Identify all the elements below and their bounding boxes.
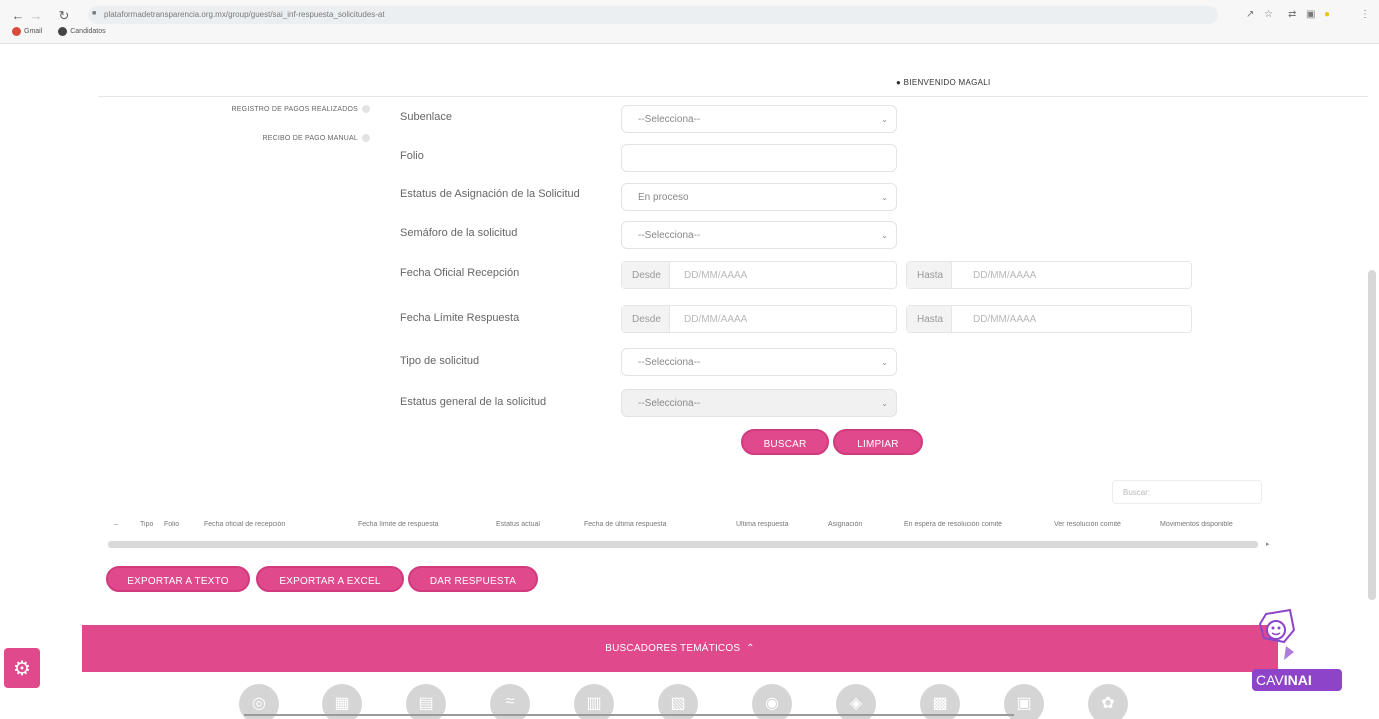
dar-respuesta-button[interactable]: DAR RESPUESTA: [408, 566, 538, 592]
col-fecha-ultima[interactable]: Fecha de última respuesta: [584, 521, 667, 528]
col-asignacion[interactable]: Asignación: [828, 521, 862, 528]
col-fecha-limite[interactable]: Fecha límite de respuesta: [358, 521, 439, 528]
semaforo-label: Semáforo de la solicitud: [400, 227, 518, 239]
col-ultima-respuesta[interactable]: Última respuesta: [736, 521, 789, 528]
candidatos-icon: [58, 27, 68, 36]
browser-chrome: ← → ↻ ■ plataformadetransparencia.org.mx…: [0, 0, 1379, 44]
menu-icon[interactable]: ⋮: [1360, 9, 1370, 20]
folio-label: Folio: [400, 150, 424, 162]
buscar-button[interactable]: BUSCAR: [741, 429, 829, 455]
chevron-up-icon: ⌃: [743, 643, 755, 654]
translate-icon[interactable]: ⇄: [1288, 9, 1296, 20]
back-icon[interactable]: ←: [10, 8, 26, 23]
estatus-asignacion-label: Estatus de Asignación de la Solicitud: [400, 188, 580, 200]
col-movimientos[interactable]: Movimientos disponible: [1160, 521, 1233, 528]
table-horizontal-scrollbar[interactable]: [108, 541, 1258, 548]
chevron-down-icon: ⌄: [881, 399, 888, 408]
header-divider: [98, 96, 1368, 97]
cav-inai-logo[interactable]: CAVINAI: [1252, 669, 1342, 691]
chevron-down-icon: ⌄: [881, 358, 888, 367]
gmail-icon: [12, 27, 21, 36]
fecha-oficial-label: Fecha Oficial Recepción: [400, 267, 520, 279]
col-estatus-actual[interactable]: Estatus actual: [496, 521, 540, 528]
limpiar-button[interactable]: LIMPIAR: [833, 429, 923, 455]
welcome-message[interactable]: ● BIENVENIDO MAGALI: [896, 78, 991, 87]
folio-input[interactable]: [621, 144, 897, 172]
exportar-texto-button[interactable]: EXPORTAR A TEXTO: [106, 566, 250, 592]
subenlace-label: Subenlace: [400, 111, 452, 123]
chevron-down-icon: ⌄: [881, 193, 888, 202]
col-folio[interactable]: Folio: [164, 521, 179, 528]
sidebar-panel-icon[interactable]: ▣: [1306, 9, 1315, 20]
url-text: plataformadetransparencia.org.mx/group/g…: [104, 10, 385, 19]
col-ver-resolucion[interactable]: Ver resolución comité: [1054, 521, 1121, 528]
sort-icon[interactable]: –: [114, 521, 118, 528]
tipo-solicitud-label: Tipo de solicitud: [400, 355, 480, 367]
sidebar-item-recibo-pago[interactable]: RECIBO DE PAGO MANUAL: [180, 134, 370, 142]
col-espera-comite[interactable]: En espera de resolución comité: [904, 521, 1002, 528]
address-bar[interactable]: ■ plataformadetransparencia.org.mx/group…: [88, 6, 1218, 24]
page-scrollbar[interactable]: [1368, 270, 1376, 600]
subenlace-select[interactable]: --Selecciona-- ⌄: [621, 105, 897, 133]
estatus-general-label: Estatus general de la solicitud: [400, 396, 547, 408]
table-search-input[interactable]: Buscar:: [1112, 480, 1262, 504]
reload-icon[interactable]: ↻: [56, 8, 72, 24]
estatus-general-select[interactable]: --Selecciona-- ⌄: [621, 389, 897, 417]
share-icon[interactable]: ↗: [1246, 9, 1254, 20]
col-tipo[interactable]: Tipo: [140, 521, 153, 528]
fecha-oficial-desde[interactable]: Desde DD/MM/AAAA: [621, 261, 897, 289]
semaforo-select[interactable]: --Selecciona-- ⌄: [621, 221, 897, 249]
bookmark-gmail[interactable]: Gmail: [12, 27, 42, 36]
fecha-limite-hasta[interactable]: Hasta DD/MM/AAAA: [906, 305, 1192, 333]
sidebar-item-registro-pagos[interactable]: REGISTRO DE PAGOS REALIZADOS: [180, 105, 370, 113]
lock-icon: ■: [92, 10, 97, 17]
forward-icon[interactable]: →: [28, 8, 44, 23]
chevron-down-icon: ⌄: [881, 115, 888, 124]
exportar-excel-button[interactable]: EXPORTAR A EXCEL: [256, 566, 404, 592]
user-icon: ●: [896, 78, 902, 87]
theme-icon-11[interactable]: ✿: [1088, 684, 1128, 719]
col-fecha-oficial[interactable]: Fecha oficial de recepción: [204, 521, 285, 528]
tipo-solicitud-select[interactable]: --Selecciona-- ⌄: [621, 348, 897, 376]
estatus-asignacion-select[interactable]: En proceso ⌄: [621, 183, 897, 211]
info-icon: [362, 105, 370, 113]
cav-mascot-icon: [1258, 608, 1296, 660]
bookmark-star-icon[interactable]: ☆: [1264, 9, 1273, 20]
bookmarks-bar: Gmail Candidatos: [12, 27, 120, 36]
bookmark-candidatos[interactable]: Candidatos: [58, 27, 106, 36]
table-header: – Tipo Folio Fecha oficial de recepción …: [108, 521, 1268, 535]
accessibility-icon[interactable]: ⚙: [4, 648, 40, 688]
fecha-limite-desde[interactable]: Desde DD/MM/AAAA: [621, 305, 897, 333]
fecha-limite-label: Fecha Límite Respuesta: [400, 312, 520, 324]
scroll-right-icon[interactable]: ▸: [1266, 540, 1270, 548]
buscadores-tematicos-banner[interactable]: BUSCADORES TEMÁTICOS ⌃: [82, 625, 1278, 672]
bottom-scroll-indicator: [244, 714, 1014, 716]
fecha-oficial-hasta[interactable]: Hasta DD/MM/AAAA: [906, 261, 1192, 289]
info-icon: [362, 134, 370, 142]
chevron-down-icon: ⌄: [881, 231, 888, 240]
extension-icon[interactable]: ●: [1324, 9, 1330, 20]
